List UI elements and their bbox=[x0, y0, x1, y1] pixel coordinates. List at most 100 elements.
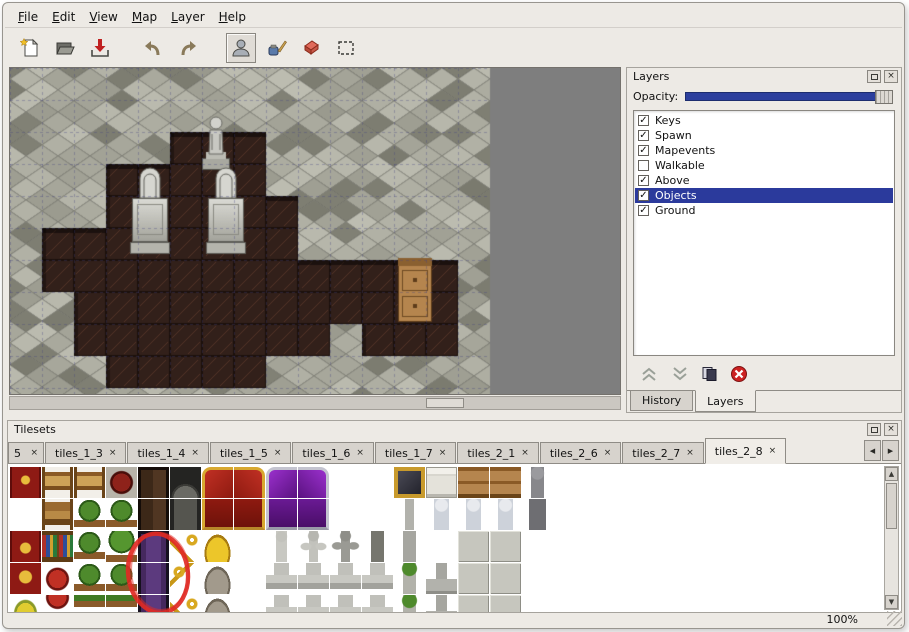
delete-layer-button[interactable] bbox=[730, 365, 748, 386]
tileset-tile[interactable] bbox=[202, 531, 233, 562]
tileset-tab-tiles_1_4[interactable]: tiles_1_4× bbox=[127, 442, 208, 463]
tileset-vscrollbar[interactable]: ▲ ▼ bbox=[884, 466, 899, 610]
scroll-up-button[interactable]: ▲ bbox=[885, 467, 898, 481]
menu-item-view[interactable]: View bbox=[82, 7, 124, 27]
tileset-tile[interactable] bbox=[234, 467, 265, 498]
player-tool-button[interactable] bbox=[226, 33, 256, 63]
tileset-tile[interactable] bbox=[106, 467, 137, 498]
tileset-tile[interactable] bbox=[10, 531, 41, 562]
tileset-tile[interactable] bbox=[394, 467, 425, 498]
selection-tool-button[interactable] bbox=[331, 33, 361, 63]
tileset-tab-tiles_1_6[interactable]: tiles_1_6× bbox=[292, 442, 373, 463]
tileset-tile-purple-door[interactable] bbox=[138, 595, 169, 612]
layers-float-button[interactable] bbox=[867, 70, 881, 83]
tileset-tile[interactable] bbox=[362, 467, 393, 498]
tileset-tile[interactable] bbox=[74, 467, 105, 498]
tileset-tab-tiles_2_6[interactable]: tiles_2_6× bbox=[540, 442, 621, 463]
redo-button[interactable] bbox=[173, 33, 203, 63]
tileset-tile[interactable] bbox=[458, 595, 489, 612]
tileset-tab-tiles_1_5[interactable]: tiles_1_5× bbox=[210, 442, 291, 463]
tileset-tile[interactable] bbox=[522, 595, 553, 612]
tileset-tile[interactable] bbox=[106, 531, 137, 562]
tab-close-icon[interactable]: × bbox=[769, 446, 777, 456]
tileset-tile[interactable] bbox=[42, 595, 73, 612]
tileset-tile[interactable] bbox=[42, 563, 73, 594]
layer-row-objects[interactable]: ✓Objects bbox=[635, 188, 893, 203]
tileset-tile[interactable] bbox=[458, 563, 489, 594]
tileset-tile[interactable] bbox=[426, 531, 457, 562]
tileset-tile[interactable] bbox=[266, 595, 297, 612]
layer-visibility-checkbox[interactable]: ✓ bbox=[638, 115, 649, 126]
tileset-tile-purple-door[interactable] bbox=[138, 531, 169, 562]
tileset-tile[interactable] bbox=[170, 595, 201, 612]
tileset-tile[interactable] bbox=[10, 467, 41, 498]
tileset-tile[interactable] bbox=[266, 563, 297, 594]
tab-close-icon[interactable]: × bbox=[30, 448, 38, 458]
tileset-tile[interactable] bbox=[394, 531, 425, 562]
tileset-tile[interactable] bbox=[266, 499, 297, 530]
tileset-tile[interactable] bbox=[330, 595, 361, 612]
tab-scroll-left-button[interactable]: ◀ bbox=[864, 440, 881, 461]
tileset-tab-tiles_2_1[interactable]: tiles_2_1× bbox=[457, 442, 538, 463]
tileset-tile[interactable] bbox=[170, 531, 201, 562]
tileset-tab-tiles_2_8[interactable]: tiles_2_8× bbox=[705, 438, 786, 464]
layer-visibility-checkbox[interactable]: ✓ bbox=[638, 145, 649, 156]
raise-layer-button[interactable] bbox=[639, 366, 659, 385]
tileset-tile[interactable] bbox=[266, 467, 297, 498]
tileset-tile[interactable] bbox=[202, 467, 233, 498]
tileset-tile[interactable] bbox=[394, 499, 425, 530]
tileset-tile[interactable] bbox=[522, 499, 553, 530]
tileset-tile[interactable] bbox=[234, 563, 265, 594]
tab-scroll-right-button[interactable]: ▶ bbox=[882, 440, 899, 461]
tab-close-icon[interactable]: × bbox=[439, 448, 447, 458]
tab-close-icon[interactable]: × bbox=[274, 448, 282, 458]
tileset-vscrollbar-handle[interactable] bbox=[886, 483, 897, 529]
map-canvas[interactable] bbox=[10, 68, 620, 394]
tileset-tile[interactable] bbox=[330, 563, 361, 594]
layer-row-mapevents[interactable]: ✓Mapevents bbox=[635, 143, 893, 158]
tileset-tile[interactable] bbox=[490, 499, 521, 530]
tileset-tile[interactable] bbox=[42, 467, 73, 498]
tileset-tile[interactable] bbox=[106, 563, 137, 594]
layer-row-ground[interactable]: ✓Ground bbox=[635, 203, 893, 218]
tileset-tile[interactable] bbox=[170, 563, 201, 594]
tileset-tile[interactable] bbox=[106, 595, 137, 612]
tileset-tile[interactable] bbox=[266, 531, 297, 562]
tileset-tab-5[interactable]: 5× bbox=[8, 442, 44, 463]
tileset-tile[interactable] bbox=[426, 467, 457, 498]
menu-item-layer[interactable]: Layer bbox=[164, 7, 211, 27]
tab-close-icon[interactable]: × bbox=[686, 448, 694, 458]
tileset-tile[interactable] bbox=[490, 595, 521, 612]
layer-row-spawn[interactable]: ✓Spawn bbox=[635, 128, 893, 143]
tileset-tile[interactable] bbox=[202, 499, 233, 530]
lower-layer-button[interactable] bbox=[670, 366, 690, 385]
tilesets-float-button[interactable] bbox=[867, 423, 881, 436]
tileset-tile[interactable] bbox=[458, 531, 489, 562]
tileset-tile[interactable] bbox=[522, 531, 553, 562]
tilesets-close-button[interactable]: × bbox=[884, 423, 898, 436]
panel-tab-layers[interactable]: Layers bbox=[695, 390, 755, 412]
paint-tool-button[interactable] bbox=[261, 33, 291, 63]
tileset-tile[interactable] bbox=[202, 595, 233, 612]
tileset-tile[interactable] bbox=[170, 499, 201, 530]
tileset-tile[interactable] bbox=[42, 531, 73, 562]
tileset-tile[interactable] bbox=[138, 499, 169, 530]
tileset-tile[interactable] bbox=[362, 531, 393, 562]
tileset-tile[interactable] bbox=[10, 595, 41, 612]
layer-row-keys[interactable]: ✓Keys bbox=[635, 113, 893, 128]
tileset-tile[interactable] bbox=[10, 563, 41, 594]
layer-visibility-checkbox[interactable]: ✓ bbox=[638, 175, 649, 186]
tileset-tile[interactable] bbox=[426, 563, 457, 594]
tab-close-icon[interactable]: × bbox=[191, 448, 199, 458]
open-file-button[interactable] bbox=[50, 33, 80, 63]
tileset-tile[interactable] bbox=[234, 499, 265, 530]
tab-close-icon[interactable]: × bbox=[109, 448, 117, 458]
tileset-tile[interactable] bbox=[394, 595, 425, 612]
tileset-tile[interactable] bbox=[490, 563, 521, 594]
menu-item-help[interactable]: Help bbox=[212, 7, 253, 27]
tileset-tile[interactable] bbox=[330, 499, 361, 530]
tab-close-icon[interactable]: × bbox=[521, 448, 529, 458]
tileset-tile[interactable] bbox=[330, 467, 361, 498]
opacity-slider[interactable] bbox=[685, 92, 893, 101]
tileset-tile[interactable] bbox=[170, 467, 201, 498]
